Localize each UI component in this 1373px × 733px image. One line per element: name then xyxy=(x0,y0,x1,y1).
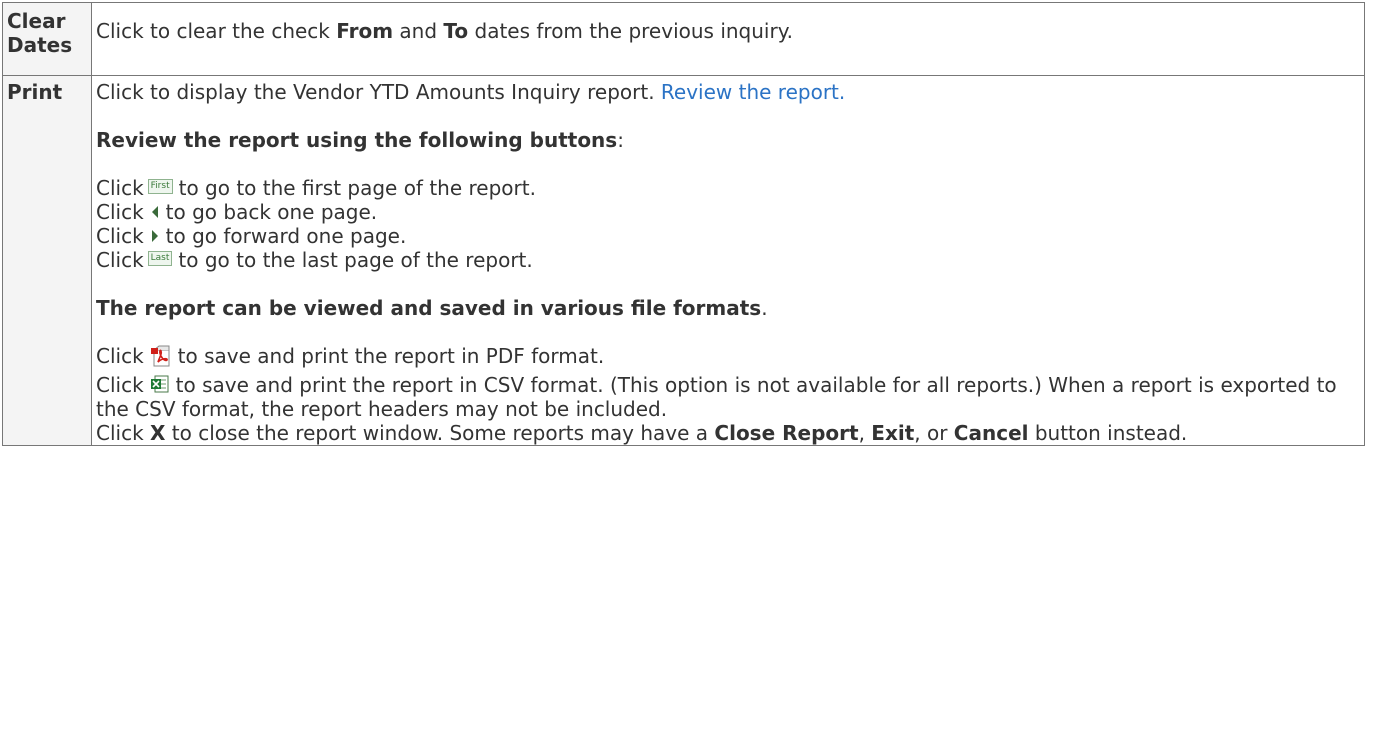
first-button-icon: First xyxy=(147,179,173,194)
text: Click xyxy=(96,176,144,200)
text: to go back one page. xyxy=(165,200,378,224)
heading-text: The report can be viewed and saved in va… xyxy=(96,296,762,320)
desc-print: Click to display the Vendor YTD Amounts … xyxy=(91,75,1365,446)
bold-close-report: Close Report xyxy=(714,420,859,445)
label-line1: Clear xyxy=(7,9,66,33)
desc-clear-dates: Click to clear the check From and To dat… xyxy=(91,2,1365,76)
help-table: Clear Dates Click to clear the check Fro… xyxy=(2,2,1365,446)
text: dates from the previous inquiry. xyxy=(468,19,794,43)
text: Click xyxy=(96,200,144,224)
label-print: Print xyxy=(2,75,92,446)
table-row-print: Print Click to display the Vendor YTD Am… xyxy=(2,75,1365,446)
pdf-line: Click to save and print the report in PD… xyxy=(96,344,1364,369)
label-line2: Dates xyxy=(7,33,73,57)
text: Click to display the Vendor YTD Amounts … xyxy=(96,80,661,104)
heading-text: Review the report using the following bu… xyxy=(96,128,618,152)
csv-line: Click to save and print the report in CS… xyxy=(96,373,1364,421)
bold-exit: Exit xyxy=(871,420,915,445)
back-arrow-icon xyxy=(151,205,158,218)
text: to close the report window. Some reports… xyxy=(165,420,715,445)
table-row-clear-dates: Clear Dates Click to clear the check Fro… xyxy=(2,2,1365,76)
nav-back-line: Click to go back one page. xyxy=(96,200,1364,224)
text: button instead. xyxy=(1028,420,1188,445)
text: : xyxy=(617,128,624,152)
text: to go to the last page of the report. xyxy=(178,248,533,272)
text: to go forward one page. xyxy=(165,224,407,248)
bold-x: X xyxy=(150,420,166,445)
nav-first-line: Click First to go to the first page of the… xyxy=(96,176,1364,200)
text: to go to the first page of the report. xyxy=(178,176,536,200)
text: Click to clear the check xyxy=(96,19,337,43)
pdf-icon xyxy=(150,345,170,366)
nav-last-line: Click Last to go to the last page of the r… xyxy=(96,248,1364,272)
text: Click xyxy=(96,372,144,397)
review-report-link[interactable]: Review the report. xyxy=(661,80,845,104)
text: . xyxy=(761,296,768,320)
text: to save and print the report in PDF form… xyxy=(177,344,605,368)
text: to save and print the report in CSV form… xyxy=(96,372,1337,421)
print-intro: Click to display the Vendor YTD Amounts … xyxy=(96,80,1364,104)
csv-excel-icon xyxy=(150,375,169,393)
text: , or xyxy=(914,420,954,445)
forward-arrow-icon xyxy=(151,229,158,242)
buttons-heading: Review the report using the following bu… xyxy=(96,128,1364,152)
bold-to: To xyxy=(443,19,469,43)
label-clear-dates: Clear Dates xyxy=(2,2,92,76)
formats-heading: The report can be viewed and saved in va… xyxy=(96,296,1364,320)
text: Click xyxy=(96,420,151,445)
nav-forward-line: Click to go forward one page. xyxy=(96,224,1364,248)
text: and xyxy=(393,19,444,43)
bold-from: From xyxy=(336,19,394,43)
text: Click xyxy=(96,344,144,368)
text: Click xyxy=(96,224,144,248)
text: Click xyxy=(96,248,144,272)
last-button-icon: Last xyxy=(147,251,173,266)
close-line: Click X to close the report window. Some… xyxy=(96,421,1364,445)
bold-cancel: Cancel xyxy=(953,420,1029,445)
text: , xyxy=(858,420,872,445)
